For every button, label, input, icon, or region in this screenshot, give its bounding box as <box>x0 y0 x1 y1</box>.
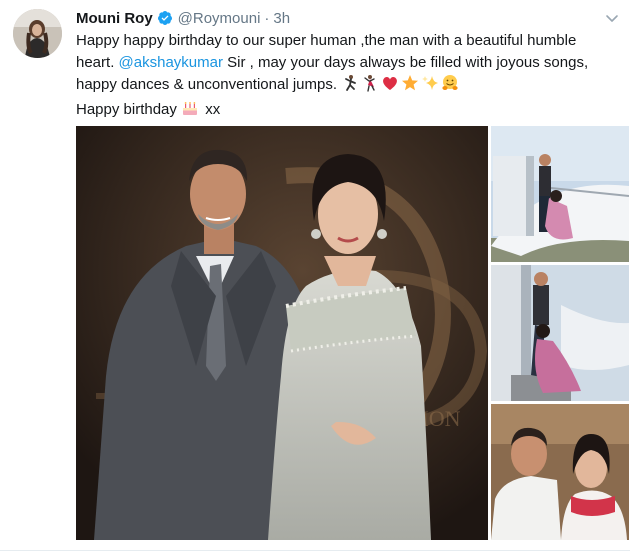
tweet-text-line-4: Happy birthday xx <box>76 99 616 124</box>
header-separator: · <box>264 9 270 27</box>
woman-dancing-icon <box>361 74 379 99</box>
photo-side-3[interactable] <box>491 404 629 540</box>
birthday-cake-icon <box>181 99 199 124</box>
photo-side-1-image <box>491 126 629 262</box>
author-handle[interactable]: @Roymouni <box>178 10 261 27</box>
tweet-text-line-3: happy dances & unconventional jumps. <box>76 74 616 99</box>
tweet-header: Mouni Roy @Roymouni · 3h <box>76 8 290 28</box>
sparkles-icon <box>421 74 439 99</box>
tweet-text-line-2: heart. @akshaykumar Sir , may your days … <box>76 52 616 74</box>
photo-main-image: TION <box>76 126 488 540</box>
photo-side-1[interactable] <box>491 126 629 262</box>
tweet-text-segment: happy dances & unconventional jumps. <box>76 76 342 93</box>
author-avatar[interactable] <box>13 9 62 58</box>
man-dancing-icon <box>341 74 359 99</box>
tweet-timestamp[interactable]: 3h <box>273 10 290 27</box>
verified-badge-icon <box>157 10 173 26</box>
photo-side-2-image <box>491 265 629 401</box>
avatar-image <box>13 9 62 58</box>
tweet-card[interactable]: Mouni Roy @Roymouni · 3h Happy happy bir… <box>0 0 630 551</box>
tweet-text: Happy happy birthday to our super human … <box>76 30 616 124</box>
red-heart-icon <box>381 74 399 99</box>
tweet-media-grid: TION <box>76 126 629 540</box>
tweet-text-segment: xx <box>201 101 221 118</box>
tweet-text-segment: Sir , may your days always be filled wit… <box>222 54 589 71</box>
tweet-text-segment: heart. <box>76 54 119 71</box>
tweet-text-line-1: Happy happy birthday to our super human … <box>76 32 577 49</box>
mention-link[interactable]: @akshaykumar <box>119 54 223 71</box>
tweet-text-segment: Happy birthday <box>76 101 182 118</box>
hugging-face-icon <box>441 74 459 99</box>
star-icon <box>401 74 419 99</box>
photo-side-2[interactable] <box>491 265 629 401</box>
photo-main[interactable]: TION <box>76 126 488 540</box>
photo-side-3-image <box>491 404 629 540</box>
chevron-down-icon[interactable] <box>604 10 620 26</box>
author-name[interactable]: Mouni Roy <box>76 10 153 27</box>
